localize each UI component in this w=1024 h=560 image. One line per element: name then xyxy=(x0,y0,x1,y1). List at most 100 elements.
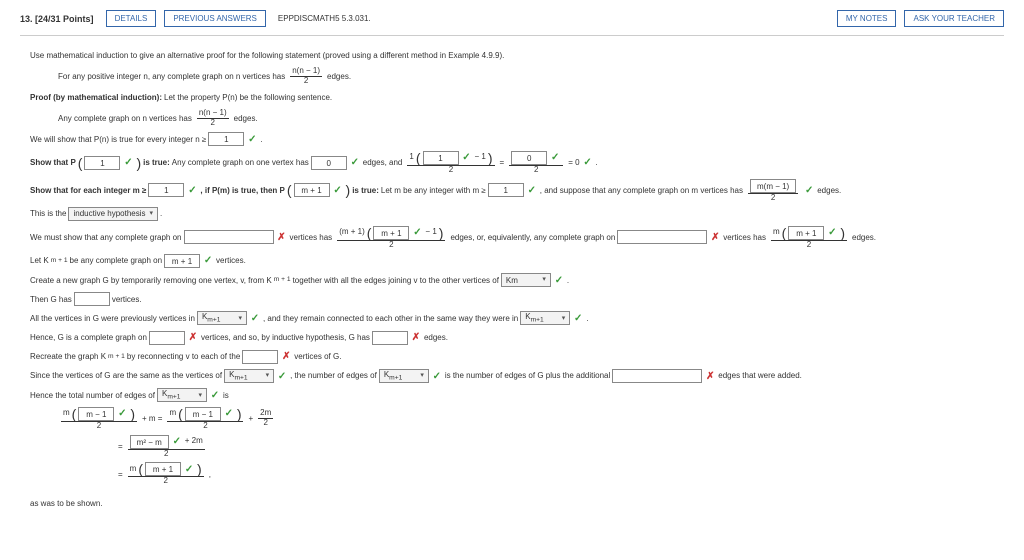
as-was: as was to be shown. xyxy=(30,496,994,511)
period: . xyxy=(260,132,262,147)
check-icon: ✓ xyxy=(122,157,134,169)
g-vertices-input[interactable] xyxy=(74,292,110,306)
calc3-input[interactable]: m² − m xyxy=(130,435,169,449)
must-show: We must show that any complete graph on xyxy=(30,230,182,245)
check-icon: ✓ xyxy=(582,157,594,169)
check-icon: ✓ xyxy=(461,152,473,164)
we-will-text: We will show that P(n) is true for every… xyxy=(30,132,206,147)
check-icon: ✓ xyxy=(332,184,344,196)
mm1-num-input[interactable]: m(m − 1) xyxy=(750,179,796,193)
base-n-input[interactable]: 1 xyxy=(208,132,244,146)
if-pm: , if P(m) is true, then P xyxy=(200,183,284,198)
km-select-1[interactable]: Km xyxy=(501,273,551,287)
mm1-frac: m(m − 1) 2 xyxy=(748,179,798,203)
mp1-input-2[interactable]: m + 1 xyxy=(788,226,824,240)
details-button[interactable]: DETAILS xyxy=(106,10,157,27)
mp1-frac-input[interactable]: m + 1 xyxy=(373,226,409,240)
is-num: is the number of edges of G plus the add… xyxy=(445,368,610,383)
statement-pre: For any positive integer n, any complete… xyxy=(58,69,285,84)
statement-fraction: n(n − 1) 2 xyxy=(290,67,322,86)
prop-pre: Any complete graph on n vertices has xyxy=(58,111,192,126)
let-k: Let K xyxy=(30,253,49,268)
zero-input[interactable]: 0 xyxy=(311,156,347,170)
check-icon: ✓ xyxy=(349,157,361,169)
calc-frac-2m: 2m 2 xyxy=(258,409,273,428)
since-select-2[interactable]: Km+1 xyxy=(379,369,429,383)
remain-select[interactable]: Km+1 xyxy=(520,311,570,325)
zero-input-2[interactable]: 0 xyxy=(511,151,547,165)
prop-fraction: n(n − 1) 2 xyxy=(197,109,229,128)
vertices-has-2: vertices has xyxy=(723,230,766,245)
my-notes-button[interactable]: MY NOTES xyxy=(837,10,897,27)
additional-input[interactable] xyxy=(612,369,702,383)
is-colon: is xyxy=(223,388,229,403)
mp1-frac-2: m( m + 1 ✓ ) 2 xyxy=(771,226,847,250)
check-icon: ✓ xyxy=(209,389,221,401)
check-icon: ✓ xyxy=(411,227,423,239)
show-each-label: Show that for each integer m ≥ xyxy=(30,183,146,198)
edges-and: edges, and xyxy=(363,155,403,170)
show-p-label: Show that P xyxy=(30,155,76,170)
be-any: be any complete graph on xyxy=(70,253,163,268)
all-vert-select[interactable]: Km+1 xyxy=(197,311,247,325)
reconnect: by reconnecting v to each of the xyxy=(127,349,240,364)
question-ref: EPPDISCMATH5 5.3.031. xyxy=(278,14,371,23)
must-show-input-1[interactable] xyxy=(184,230,274,244)
km1-vertices-input[interactable]: m + 1 xyxy=(164,254,200,268)
calc4-input[interactable]: m + 1 xyxy=(145,462,181,476)
check-icon: ✓ xyxy=(826,227,838,239)
or-equiv: edges, or, equivalently, any complete gr… xyxy=(450,230,615,245)
vertices-has: vertices has xyxy=(290,230,333,245)
edges-text: edges. xyxy=(817,183,841,198)
edges-added: edges that were added. xyxy=(718,368,802,383)
show-p-input[interactable]: 1 xyxy=(84,156,120,170)
q-points: [24/31 Points] xyxy=(35,14,94,24)
recreate: Recreate the graph K xyxy=(30,349,106,364)
cross-icon: ✗ xyxy=(276,231,288,243)
check-icon: ✓ xyxy=(572,312,584,324)
ask-teacher-button[interactable]: ASK YOUR TEACHER xyxy=(904,10,1004,27)
inductive-hyp-select[interactable]: inductive hypothesis xyxy=(68,207,158,221)
reconnect-input[interactable] xyxy=(242,350,278,364)
calc-frac-4: m(m + 1✓) 2 xyxy=(128,462,204,486)
must-show-input-2[interactable] xyxy=(617,230,707,244)
check-icon: ✓ xyxy=(186,184,198,196)
hence: Hence, G is a complete graph on xyxy=(30,330,147,345)
basis-num-input[interactable]: 1 xyxy=(423,151,459,165)
since-select-1[interactable]: Km+1 xyxy=(224,369,274,383)
calc-frac-1: m(m − 1✓) 2 xyxy=(61,407,137,431)
check-icon: ✓ xyxy=(249,312,261,324)
mp1-input[interactable]: m + 1 xyxy=(294,183,330,197)
is-true-2: is true: xyxy=(352,183,379,198)
each-m-input[interactable]: 1 xyxy=(148,183,184,197)
calc1-input[interactable]: m − 1 xyxy=(78,407,114,421)
plus-m: + m = xyxy=(142,411,162,426)
calc2-input[interactable]: m − 1 xyxy=(185,407,221,421)
vertices-only: vertices. xyxy=(216,253,246,268)
prop-post: edges. xyxy=(234,111,258,126)
total-select[interactable]: Km+1 xyxy=(157,388,207,402)
check-icon: ✓ xyxy=(276,370,288,382)
create-text: Create a new graph G by temporarily remo… xyxy=(30,273,272,288)
hence-input-1[interactable] xyxy=(149,331,185,345)
and-remain: , and they remain connected to each othe… xyxy=(263,311,518,326)
check-icon: ✓ xyxy=(803,184,815,196)
hence-input-2[interactable] xyxy=(372,331,408,345)
cross-icon: ✗ xyxy=(704,370,716,382)
calc-frac-3: m² − m✓+ 2m 2 xyxy=(128,435,205,459)
true1-mid: Any complete graph on one vertex has xyxy=(172,155,309,170)
check-icon: ✓ xyxy=(526,184,538,196)
check-icon: ✓ xyxy=(246,133,258,145)
cross-icon: ✗ xyxy=(410,332,422,344)
together-text: together with all the edges joining v to… xyxy=(293,273,499,288)
check-icon: ✓ xyxy=(549,152,561,164)
proof-sub: Let the property P(n) be the following s… xyxy=(164,90,332,105)
eq-zero: = 0 xyxy=(568,155,579,170)
then-g: Then G has xyxy=(30,292,72,307)
basis-frac: 1( 1 ✓ − 1) 2 xyxy=(407,151,494,175)
cross-icon: ✗ xyxy=(280,351,292,363)
cross-icon: ✗ xyxy=(709,231,721,243)
let-m-input[interactable]: 1 xyxy=(488,183,524,197)
previous-answers-button[interactable]: PREVIOUS ANSWERS xyxy=(164,10,266,27)
this-is: This is the xyxy=(30,206,66,221)
